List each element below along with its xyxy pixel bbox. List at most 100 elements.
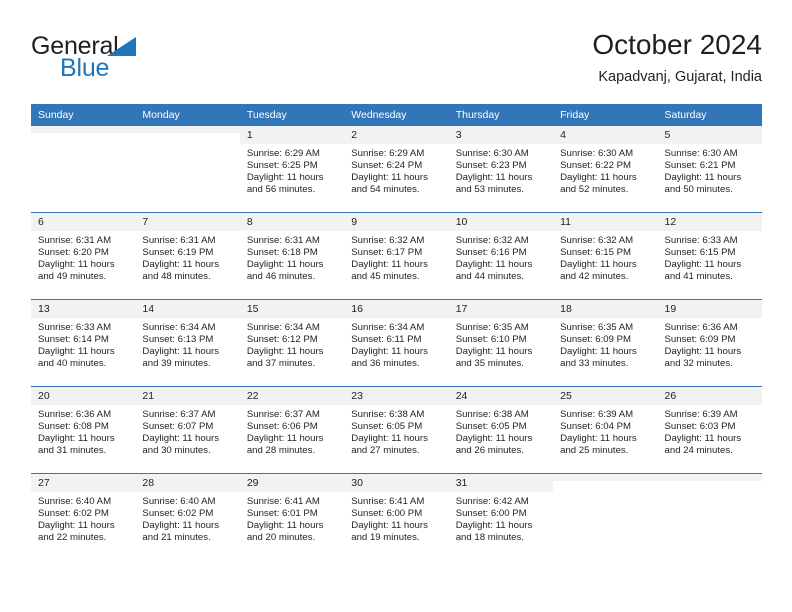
sunrise-text: Sunrise: 6:41 AM (246, 496, 320, 507)
sunrise-text: Sunrise: 6:32 AM (455, 235, 529, 246)
sunrise-text: Sunrise: 6:31 AM (246, 235, 320, 246)
sunset-text: Sunset: 6:12 PM (246, 334, 318, 346)
sunset-text: Sunset: 6:13 PM (142, 334, 214, 346)
day-number: 16 (344, 300, 449, 318)
day-cell[interactable]: 15 Sunrise: 6:34 AM Sunset: 6:12 PM Dayl… (239, 299, 345, 387)
sunrise-text: Sunrise: 6:38 AM (455, 409, 529, 420)
day-number: 24 (448, 387, 554, 405)
sunset-text: Sunset: 6:02 PM (142, 508, 214, 520)
column-header-sunday: Sunday (31, 104, 136, 126)
brand-logo[interactable]: General Blue (31, 32, 241, 84)
day-cell[interactable]: 9 Sunrise: 6:32 AM Sunset: 6:17 PM Dayli… (344, 212, 449, 300)
brand-triangle-icon (107, 37, 136, 56)
column-header-saturday: Saturday (657, 104, 762, 126)
day-number: 19 (657, 300, 762, 318)
daylight-text-line1: Daylight: 11 hours (455, 433, 533, 445)
day-details: Sunrise: 6:41 AM Sunset: 6:00 PM Dayligh… (344, 492, 448, 544)
day-cell[interactable]: 1 Sunrise: 6:29 AM Sunset: 6:25 PM Dayli… (239, 126, 345, 213)
sunrise-text: Sunrise: 6:36 AM (38, 409, 112, 420)
day-cell[interactable]: 29 Sunrise: 6:41 AM Sunset: 6:01 PM Dayl… (239, 473, 345, 560)
day-cell[interactable]: 26 Sunrise: 6:39 AM Sunset: 6:03 PM Dayl… (657, 386, 762, 474)
sunset-text: Sunset: 6:05 PM (455, 421, 527, 433)
day-details: Sunrise: 6:38 AM Sunset: 6:05 PM Dayligh… (449, 405, 553, 457)
day-cell[interactable]: 11 Sunrise: 6:32 AM Sunset: 6:15 PM Dayl… (553, 212, 658, 300)
daylight-text-line1: Daylight: 11 hours (455, 259, 533, 271)
day-cell[interactable]: 22 Sunrise: 6:37 AM Sunset: 6:06 PM Dayl… (239, 386, 345, 474)
daylight-text-line1: Daylight: 11 hours (246, 433, 324, 445)
day-cell[interactable]: 25 Sunrise: 6:39 AM Sunset: 6:04 PM Dayl… (553, 386, 658, 474)
day-number: 18 (553, 300, 658, 318)
daylight-text-line1: Daylight: 11 hours (455, 346, 533, 358)
daylight-text-line1: Daylight: 11 hours (351, 433, 428, 445)
daylight-text-line1: Daylight: 11 hours (142, 520, 220, 532)
day-cell[interactable]: 10 Sunrise: 6:32 AM Sunset: 6:16 PM Dayl… (448, 212, 554, 300)
day-number: 13 (31, 300, 136, 318)
day-cell[interactable]: 6 Sunrise: 6:31 AM Sunset: 6:20 PM Dayli… (31, 212, 136, 300)
day-cell[interactable]: 21 Sunrise: 6:37 AM Sunset: 6:07 PM Dayl… (135, 386, 240, 474)
daylight-text-line2: and 20 minutes. (246, 532, 316, 544)
day-cell[interactable]: 17 Sunrise: 6:35 AM Sunset: 6:10 PM Dayl… (448, 299, 554, 387)
day-cell[interactable]: 18 Sunrise: 6:35 AM Sunset: 6:09 PM Dayl… (553, 299, 658, 387)
daylight-text-line1: Daylight: 11 hours (664, 433, 742, 445)
day-details: Sunrise: 6:30 AM Sunset: 6:21 PM Dayligh… (658, 144, 762, 196)
calendar-page: General Blue October 2024 Kapadvanj, Guj… (0, 0, 792, 612)
day-details: Sunrise: 6:29 AM Sunset: 6:24 PM Dayligh… (344, 144, 448, 196)
day-cell[interactable]: 2 Sunrise: 6:29 AM Sunset: 6:24 PM Dayli… (344, 126, 449, 213)
sunrise-text: Sunrise: 6:32 AM (560, 235, 634, 246)
day-cell[interactable]: 3 Sunrise: 6:30 AM Sunset: 6:23 PM Dayli… (448, 126, 554, 213)
day-cell[interactable]: 4 Sunrise: 6:30 AM Sunset: 6:22 PM Dayli… (553, 126, 658, 213)
sunrise-text: Sunrise: 6:30 AM (664, 148, 738, 159)
day-details: Sunrise: 6:34 AM Sunset: 6:12 PM Dayligh… (240, 318, 344, 370)
day-cell[interactable]: 24 Sunrise: 6:38 AM Sunset: 6:05 PM Dayl… (448, 386, 554, 474)
day-number: 14 (135, 300, 240, 318)
day-cell[interactable]: 20 Sunrise: 6:36 AM Sunset: 6:08 PM Dayl… (31, 386, 136, 474)
sunrise-text: Sunrise: 6:31 AM (38, 235, 112, 246)
sunrise-text: Sunrise: 6:33 AM (38, 322, 112, 333)
daylight-text-line1: Daylight: 11 hours (246, 346, 324, 358)
daylight-text-line2: and 53 minutes. (455, 184, 524, 196)
day-cell[interactable]: 5 Sunrise: 6:30 AM Sunset: 6:21 PM Dayli… (657, 126, 762, 213)
daylight-text-line1: Daylight: 11 hours (560, 346, 637, 358)
daylight-text-line2: and 19 minutes. (351, 532, 420, 544)
daylight-text-line2: and 27 minutes. (351, 445, 420, 457)
daylight-text-line1: Daylight: 11 hours (455, 520, 533, 532)
sunrise-text: Sunrise: 6:34 AM (142, 322, 216, 333)
daylight-text-line2: and 40 minutes. (38, 358, 107, 370)
sunset-text: Sunset: 6:16 PM (455, 247, 527, 259)
sunset-text: Sunset: 6:19 PM (142, 247, 214, 259)
sunset-text: Sunset: 6:15 PM (664, 247, 736, 259)
column-header-wednesday: Wednesday (344, 104, 449, 126)
daylight-text-line2: and 42 minutes. (560, 271, 629, 283)
page-subtitle: Kapadvanj, Gujarat, India (598, 69, 762, 85)
sunrise-text: Sunrise: 6:29 AM (351, 148, 425, 159)
day-cell[interactable]: 19 Sunrise: 6:36 AM Sunset: 6:09 PM Dayl… (657, 299, 762, 387)
day-cell[interactable]: 8 Sunrise: 6:31 AM Sunset: 6:18 PM Dayli… (239, 212, 345, 300)
day-cell[interactable]: 7 Sunrise: 6:31 AM Sunset: 6:19 PM Dayli… (135, 212, 240, 300)
daylight-text-line2: and 45 minutes. (351, 271, 420, 283)
day-cell[interactable]: 12 Sunrise: 6:33 AM Sunset: 6:15 PM Dayl… (657, 212, 762, 300)
day-cell[interactable]: 23 Sunrise: 6:38 AM Sunset: 6:05 PM Dayl… (344, 386, 449, 474)
calendar-head: Sunday Monday Tuesday Wednesday Thursday… (31, 104, 762, 126)
daylight-text-line1: Daylight: 11 hours (455, 172, 533, 184)
day-cell[interactable]: 27 Sunrise: 6:40 AM Sunset: 6:02 PM Dayl… (31, 473, 136, 560)
day-cell[interactable]: 30 Sunrise: 6:41 AM Sunset: 6:00 PM Dayl… (344, 473, 449, 560)
day-details: Sunrise: 6:32 AM Sunset: 6:17 PM Dayligh… (344, 231, 448, 283)
day-number (657, 474, 762, 481)
sunset-text: Sunset: 6:09 PM (560, 334, 632, 346)
day-number: 5 (657, 126, 762, 144)
day-details: Sunrise: 6:31 AM Sunset: 6:19 PM Dayligh… (135, 231, 239, 283)
sunrise-text: Sunrise: 6:31 AM (142, 235, 216, 246)
sunrise-text: Sunrise: 6:35 AM (560, 322, 634, 333)
day-number: 25 (553, 387, 658, 405)
day-cell[interactable]: 13 Sunrise: 6:33 AM Sunset: 6:14 PM Dayl… (31, 299, 136, 387)
day-cell[interactable]: 28 Sunrise: 6:40 AM Sunset: 6:02 PM Dayl… (135, 473, 240, 560)
day-cell[interactable]: 14 Sunrise: 6:34 AM Sunset: 6:13 PM Dayl… (135, 299, 240, 387)
day-number: 15 (239, 300, 345, 318)
sunset-text: Sunset: 6:04 PM (560, 421, 632, 433)
day-cell[interactable]: 16 Sunrise: 6:34 AM Sunset: 6:11 PM Dayl… (344, 299, 449, 387)
day-details: Sunrise: 6:32 AM Sunset: 6:15 PM Dayligh… (553, 231, 657, 283)
sunset-text: Sunset: 6:01 PM (246, 508, 318, 520)
day-cell[interactable]: 31 Sunrise: 6:42 AM Sunset: 6:00 PM Dayl… (448, 473, 554, 560)
daylight-text-line1: Daylight: 11 hours (38, 520, 115, 532)
daylight-text-line2: and 24 minutes. (664, 445, 733, 457)
